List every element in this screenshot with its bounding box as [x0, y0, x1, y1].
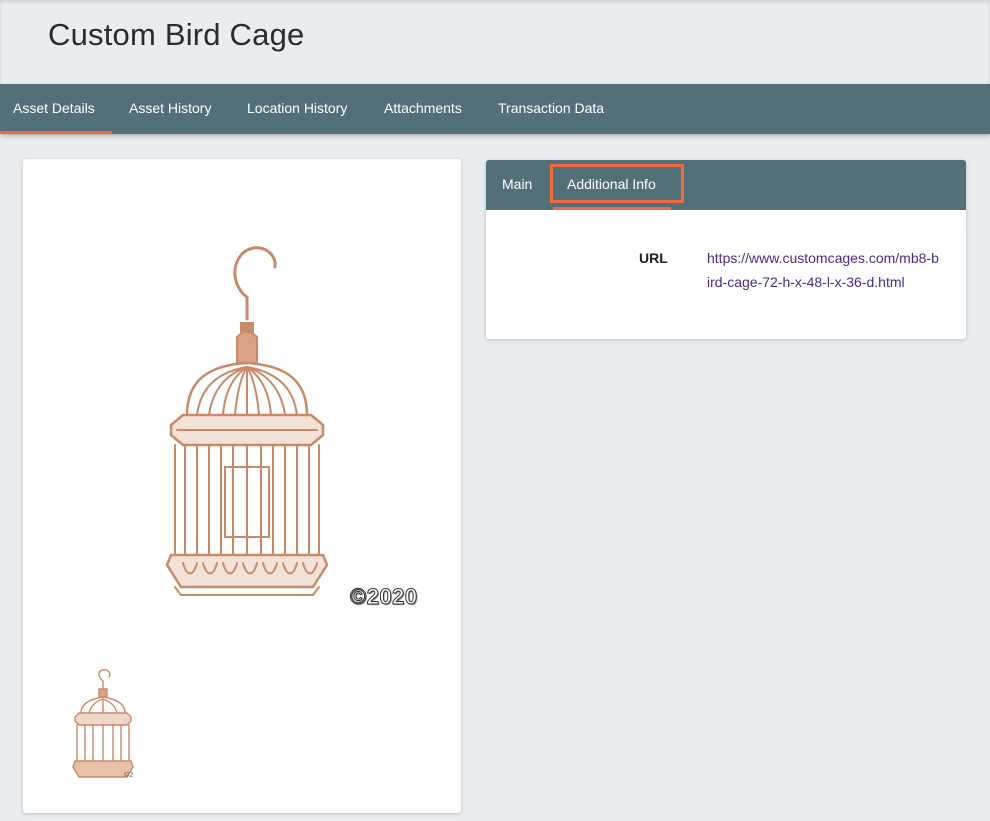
page-title: Custom Bird Cage [48, 17, 305, 52]
details-tab-bar: Main Additional Info [486, 160, 966, 210]
copyright-watermark: ©2020 [350, 584, 418, 610]
asset-nav-bar: Asset Details Asset History Location His… [0, 84, 990, 134]
tab-main[interactable]: Main [502, 160, 532, 210]
url-link[interactable]: https://www.customcages.com/mb8-bird-cag… [707, 246, 939, 294]
bird-cage-thumbnail[interactable] [63, 669, 143, 784]
bird-cage-image[interactable] [153, 237, 443, 617]
thumbnail-watermark: ©2 [124, 772, 134, 779]
tab-asset-history[interactable]: Asset History [129, 84, 211, 134]
tab-attachments[interactable]: Attachments [384, 84, 462, 134]
additional-info-card: Main Additional Info URL https://www.cus… [486, 160, 966, 339]
image-gallery-card: ©2020 ©2 [23, 159, 461, 813]
tab-location-history[interactable]: Location History [247, 84, 347, 134]
tab-additional-info[interactable]: Additional Info [553, 160, 671, 210]
page-header: Custom Bird Cage [0, 0, 990, 84]
tab-transaction-data[interactable]: Transaction Data [498, 84, 604, 134]
url-label: URL [639, 250, 668, 266]
tab-asset-details[interactable]: Asset Details [0, 84, 112, 134]
